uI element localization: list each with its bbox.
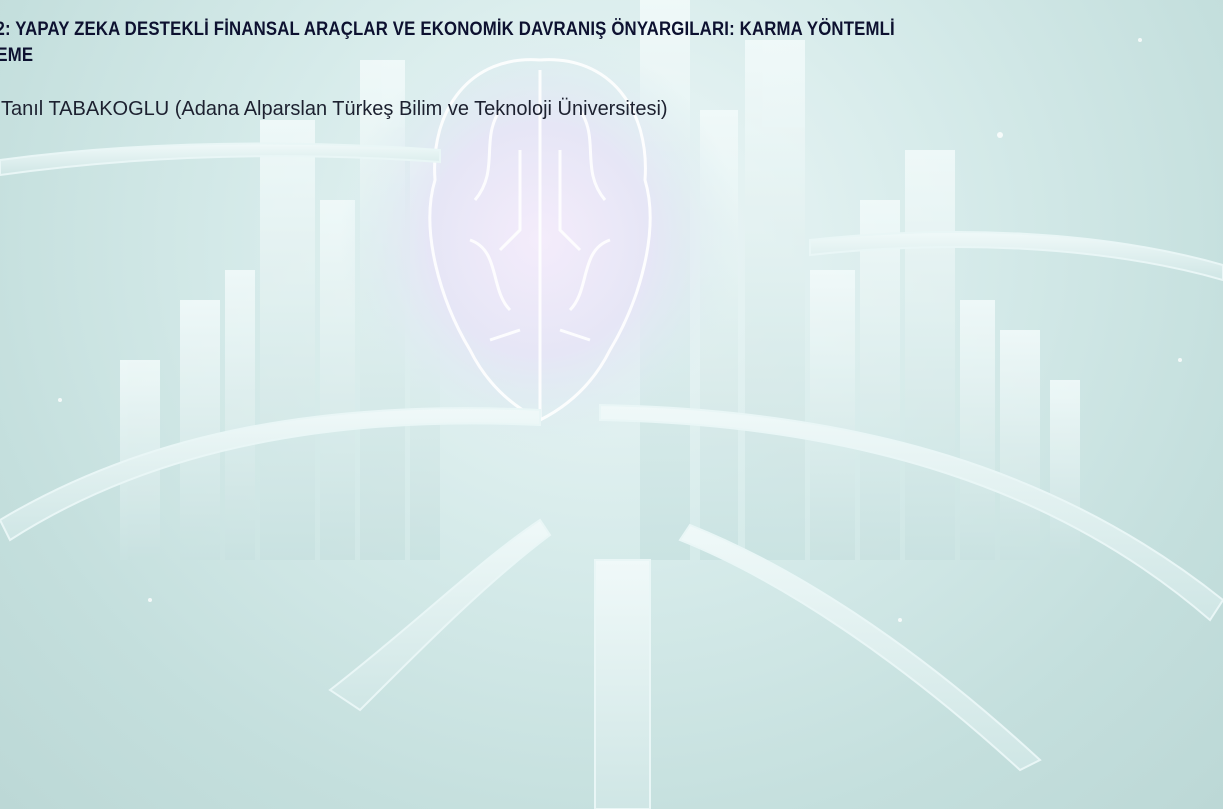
slide-title-line-2: LEME — [0, 44, 34, 66]
slide-title: 62: YAPAY ZEKA DESTEKLİ FİNANSAL ARAÇLAR… — [0, 16, 1061, 68]
brain-circuit-city-illustration — [0, 0, 1223, 809]
slide-canvas: 62: YAPAY ZEKA DESTEKLİ FİNANSAL ARAÇLAR… — [0, 0, 1223, 809]
author-affiliation: Tanıl TABAKOGLU (Adana Alparslan Türkeş … — [1, 98, 668, 120]
slide-title-line-1: 62: YAPAY ZEKA DESTEKLİ FİNANSAL ARAÇLAR… — [0, 18, 895, 40]
